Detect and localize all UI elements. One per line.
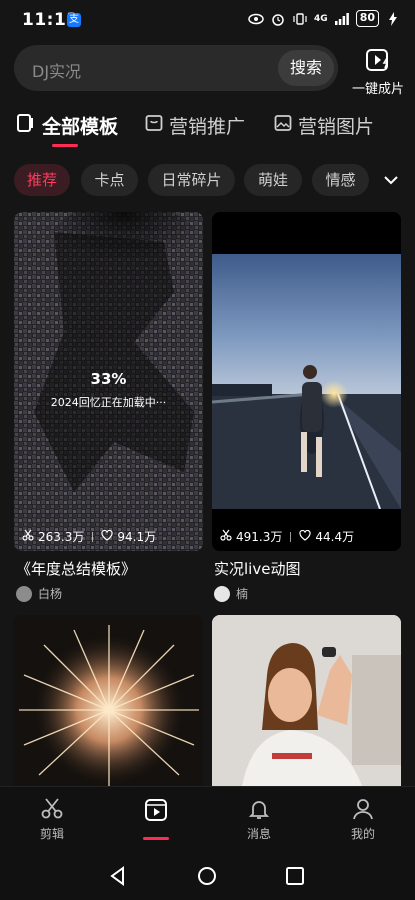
network-label: 4G [314,13,328,24]
eye-icon [248,11,264,27]
card-stats: 491.3万 44.4万 [220,528,354,545]
template-thumbnail[interactable] [14,615,203,786]
status-bar: 11:13 支 4G 80 [0,0,415,40]
tab-all-templates[interactable]: 全部模板 [16,112,118,139]
stats-divider [92,531,94,542]
card-author[interactable]: 白杨 [16,585,62,602]
nav-active-indicator [143,837,169,840]
search-button[interactable]: 搜索 [278,50,334,86]
battery-level: 80 [355,10,379,27]
status-icons: 4G 80 [248,10,401,27]
card-title[interactable]: 实况live动图 [214,558,300,579]
one-click-label: 一键成片 [351,82,404,97]
tab-marketing-images[interactable]: 营销图片 [274,112,374,139]
search-bar[interactable]: DJ实况 搜索 [14,45,338,91]
bottom-navigation: 剪辑 消息 我的 [0,786,415,848]
recents-icon[interactable] [285,866,305,886]
image-icon [274,114,292,137]
filter-chips: 推荐 卡点 日常碎片 萌娃 情感 [0,164,415,196]
nav-label: 消息 [246,827,271,841]
author-name: 楠 [236,587,249,601]
one-click-button[interactable]: 一键成片 [348,48,408,97]
chip-beat[interactable]: 卡点 [81,164,138,196]
nav-label: 剪辑 [39,827,64,841]
author-name: 白杨 [38,587,63,601]
like-count: 94.1万 [117,530,157,544]
portrait-image [212,615,401,786]
template-card[interactable] [212,615,401,786]
like-count: 44.4万 [315,530,355,544]
progress-percent: 33% [90,370,127,388]
template-play-icon [145,799,167,821]
tab-underline [52,144,78,147]
alarm-icon [270,11,286,27]
template-card[interactable]: 33% 2024回忆正在加载中··· 263.3万 94.1万 《年度总结模板》… [14,212,203,604]
chip-recommend[interactable]: 推荐 [14,164,70,196]
user-icon [353,799,373,820]
fireworks-image [14,615,203,786]
heart-icon [299,529,311,544]
scissors-icon [41,798,63,819]
tab-marketing[interactable]: 营销推广 [145,112,245,139]
bell-icon [248,801,270,819]
nav-profile[interactable]: 我的 [333,797,393,842]
night-road-image [212,212,401,551]
chip-daily[interactable]: 日常碎片 [148,164,235,196]
card-author[interactable]: 楠 [214,585,248,602]
category-tabs: 全部模板 营销推广 营销图片 [0,112,415,152]
bag-icon [145,114,163,137]
scissors-icon [22,529,34,544]
tab-label: 营销图片 [298,116,375,138]
vibrate-icon [292,11,308,27]
alipay-icon: 支 [67,13,81,27]
template-thumbnail[interactable] [212,615,401,786]
card-title[interactable]: 《年度总结模板》 [16,558,136,579]
search-input[interactable]: DJ实况 [32,58,81,82]
chip-kids[interactable]: 萌娃 [244,164,302,196]
tab-label: 营销推广 [169,116,246,138]
template-card[interactable] [14,615,203,786]
nav-label: 我的 [350,827,375,841]
one-click-icon [365,49,391,76]
system-navigation [0,848,415,900]
template-thumbnail[interactable]: 33% 2024回忆正在加载中··· 263.3万 94.1万 [14,212,203,551]
back-icon[interactable] [108,866,128,886]
use-count: 263.3万 [38,530,85,544]
loading-text: 2024回忆正在加载中··· [50,396,167,409]
card-stats: 263.3万 94.1万 [22,528,156,545]
nav-edit[interactable]: 剪辑 [22,797,82,842]
chip-emotion[interactable]: 情感 [312,164,369,196]
template-thumbnail[interactable]: 491.3万 44.4万 [212,212,401,551]
charging-icon [385,11,401,27]
template-icon [16,113,36,138]
tab-label: 全部模板 [42,116,119,138]
chevron-down-icon[interactable] [381,170,401,190]
home-icon[interactable] [197,866,217,886]
scissors-icon [220,529,232,544]
avatar [16,585,32,602]
template-card[interactable]: 491.3万 44.4万 实况live动图 楠 [212,212,401,604]
nav-templates[interactable] [126,797,186,827]
avatar [214,585,230,602]
stats-divider [290,531,292,542]
nav-messages[interactable]: 消息 [229,797,289,842]
use-count: 491.3万 [236,530,283,544]
signal-icon [334,11,350,27]
heart-icon [101,529,113,544]
